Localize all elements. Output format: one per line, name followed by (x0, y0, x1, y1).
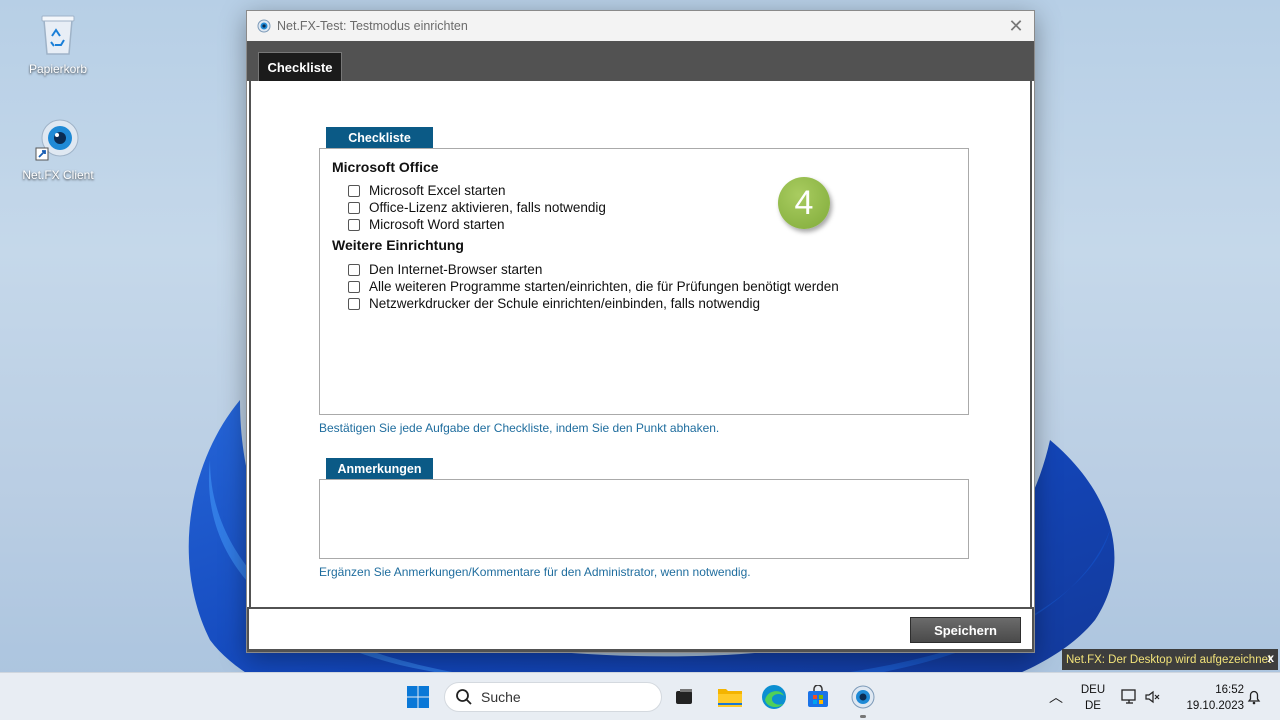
close-notification-button[interactable]: x (1267, 651, 1274, 665)
group-title: Microsoft Office (332, 159, 439, 175)
app-logo-icon (257, 19, 271, 33)
show-hidden-icons-button[interactable]: ︿ (1040, 681, 1072, 713)
group-title: Weitere Einrichtung (332, 237, 464, 253)
desktop-icon-label: Papierkorb (28, 62, 88, 76)
netfx-taskbar-button[interactable] (847, 681, 879, 713)
task-view-button[interactable] (668, 681, 700, 713)
tab-checkliste[interactable]: Checkliste (258, 52, 342, 81)
network-icon (1121, 689, 1136, 704)
task-view-icon (676, 689, 692, 704)
clock[interactable]: 16:52 19.10.2023 (1172, 682, 1244, 714)
window-title: Net.FX-Test: Testmodus einrichten (277, 19, 468, 33)
microsoft-store-icon (808, 685, 828, 707)
desktop-icon-label: Net.FX Client (22, 168, 94, 182)
checklist-item-label: Netzwerkdrucker der Schule einrichten/ei… (369, 296, 760, 311)
step-number-badge: 4 (778, 177, 830, 229)
checkbox[interactable] (348, 184, 360, 197)
keyboard-layout-label: DE (1085, 700, 1101, 712)
checklist-item-office-license[interactable]: Office-Lizenz aktivieren, falls notwendi… (348, 199, 839, 216)
search-placeholder: Suche (481, 689, 521, 705)
file-explorer-button[interactable] (714, 681, 746, 713)
notification-bell-icon (1247, 690, 1261, 705)
dialog-footer: Speichern (247, 607, 1034, 652)
checklist-item-word[interactable]: Microsoft Word starten (348, 216, 839, 233)
desktop-icon-netfx-client[interactable]: Net.FX Client (13, 116, 103, 182)
notes-section-label: Anmerkungen (326, 458, 433, 479)
checklist-item-label: Den Internet-Browser starten (369, 262, 543, 277)
checkbox[interactable] (348, 263, 360, 276)
notifications-button[interactable] (1244, 681, 1264, 713)
edge-button[interactable] (758, 681, 790, 713)
network-status-button[interactable] (1116, 681, 1166, 713)
edge-browser-icon (762, 685, 786, 709)
start-button[interactable] (402, 681, 434, 713)
active-app-indicator (860, 715, 866, 718)
notes-textarea[interactable] (319, 479, 969, 559)
taskbar: Suche ︿ DEU DE 16:52 19.10.2023 (0, 672, 1280, 720)
checklist-item-other-programs[interactable]: Alle weiteren Programme starten/einricht… (348, 278, 839, 295)
speaker-muted-icon (1145, 690, 1160, 704)
checklist-hint: Bestätigen Sie jede Aufgabe der Checklis… (319, 421, 720, 435)
chevron-up-icon: ︿ (1049, 689, 1063, 705)
checklist-item-label: Microsoft Word starten (369, 217, 505, 232)
recycle-bin-icon (34, 10, 82, 58)
language-label: DEU (1080, 684, 1106, 696)
search-icon (456, 689, 472, 705)
checkbox[interactable] (348, 297, 360, 310)
checklist-item-browser[interactable]: Den Internet-Browser starten (348, 261, 839, 278)
netfx-test-dialog: Net.FX-Test: Testmodus einrichten ✕ Chec… (246, 10, 1035, 653)
checklist-item-label: Alle weiteren Programme starten/einricht… (369, 279, 839, 294)
close-icon[interactable]: ✕ (1006, 16, 1026, 36)
checkbox[interactable] (348, 280, 360, 293)
tab-bar: Checkliste (247, 41, 1034, 81)
checklist-item-excel[interactable]: Microsoft Excel starten (348, 182, 839, 199)
taskbar-search[interactable]: Suche (444, 682, 662, 712)
checkbox[interactable] (348, 218, 360, 231)
notes-hint: Ergänzen Sie Anmerkungen/Kommentare für … (319, 565, 751, 579)
desktop-icon-recycle-bin[interactable]: Papierkorb (13, 10, 103, 76)
main-content: Checkliste Microsoft Office Microsoft Ex… (249, 81, 1032, 607)
save-button[interactable]: Speichern (910, 617, 1021, 643)
checkbox[interactable] (348, 201, 360, 214)
checklist-section-label: Checkliste (326, 127, 433, 148)
checklist-item-printer[interactable]: Netzwerkdrucker der Schule einrichten/ei… (348, 295, 839, 312)
checklist-panel: Microsoft Office Microsoft Excel starten… (319, 148, 969, 415)
clock-time: 16:52 (1215, 684, 1244, 696)
netfx-client-icon (851, 685, 875, 709)
recording-notification-text: Net.FX: Der Desktop wird aufgezeichnet (1066, 653, 1272, 666)
netfx-client-icon (34, 116, 82, 164)
input-language-indicator[interactable]: DEU DE (1078, 682, 1108, 714)
recording-notification: Net.FX: Der Desktop wird aufgezeichnet x (1062, 649, 1278, 670)
window-titlebar[interactable]: Net.FX-Test: Testmodus einrichten ✕ (247, 11, 1034, 41)
checklist-item-label: Office-Lizenz aktivieren, falls notwendi… (369, 200, 606, 215)
store-button[interactable] (802, 681, 834, 713)
windows-logo-icon (407, 686, 429, 708)
folder-icon (718, 689, 742, 707)
checklist-item-label: Microsoft Excel starten (369, 183, 506, 198)
clock-date: 19.10.2023 (1186, 700, 1244, 712)
